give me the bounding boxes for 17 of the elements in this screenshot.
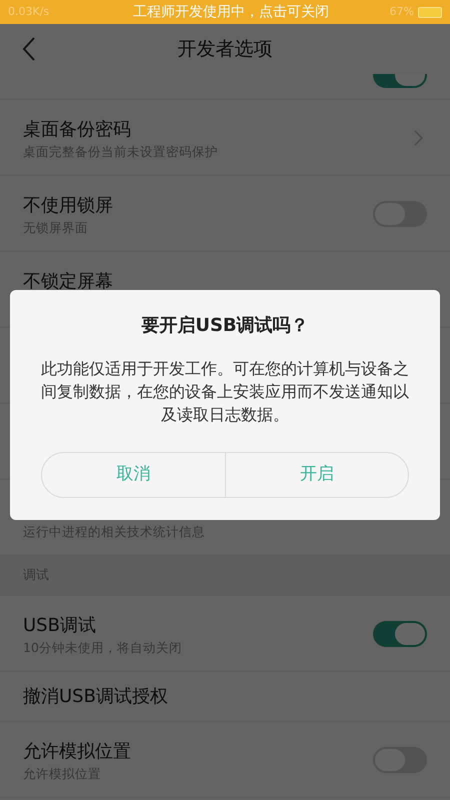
battery-level: 67% [388, 4, 414, 20]
back-icon[interactable] [22, 36, 36, 62]
setting-title: USB调试 [23, 614, 97, 638]
network-speed: 0.03K/s [8, 4, 50, 20]
setting-title: 不使用锁屏 [23, 194, 114, 218]
dialog-message: 此功能仅适用于开发工作。可在您的计算机与设备之间复制数据，在您的设备上安装应用而不发送通知以及读取日志数据。 [40, 358, 410, 426]
page-title: 开发者选项 [176, 36, 274, 62]
notification-banner[interactable]: 工程师开发使用中，点击可关闭 [88, 2, 374, 22]
cancel-button[interactable]: 取消 [42, 453, 224, 497]
confirm-button[interactable]: 开启 [224, 453, 408, 497]
setting-title: 桌面备份密码 [23, 118, 132, 142]
dialog-title: 要开启USB调试吗？ [141, 314, 309, 338]
setting-title: 允许模拟位置 [23, 740, 132, 764]
battery-icon [418, 6, 442, 18]
setting-title: 不锁定屏幕 [23, 270, 114, 294]
toggle-switch[interactable] [373, 620, 427, 646]
setting-title: 撤消USB调试授权 [23, 684, 169, 708]
